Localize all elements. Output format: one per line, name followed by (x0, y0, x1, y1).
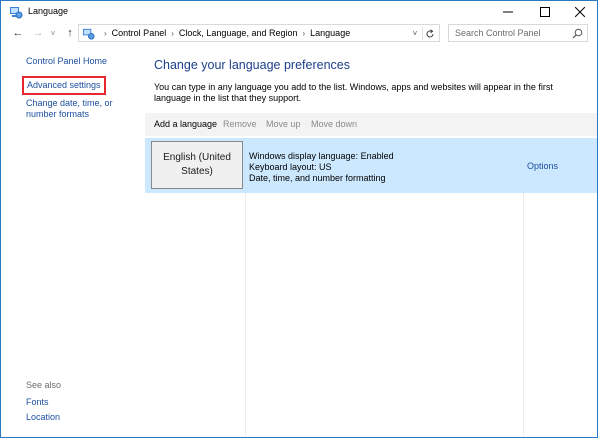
recent-locations-chevron-icon[interactable]: ˅ (48, 26, 58, 40)
display-language-status: Windows display language: Enabled (249, 151, 394, 161)
fonts-link[interactable]: Fonts (26, 397, 49, 408)
title-bar[interactable]: Language (1, 1, 597, 23)
breadcrumb-clock-language-region[interactable]: Clock, Language, and Region (179, 28, 298, 38)
date-time-formatting: Date, time, and number formatting (249, 173, 386, 183)
left-pane: Control Panel Home Advanced settings Cha… (1, 45, 145, 437)
page-title: Change your language preferences (154, 58, 350, 72)
description-text: You can type in any language you add to … (154, 82, 553, 103)
language-list-item[interactable]: English (United States) Windows display … (145, 138, 597, 193)
breadcrumb-separator: › (171, 28, 174, 38)
breadcrumb-separator: › (302, 28, 306, 38)
address-row: ← → ˅ ↑ › Control Panel › Clock, Languag… (1, 23, 597, 45)
breadcrumb: › Control Panel › Clock, Language, and R… (99, 28, 350, 38)
move-up-button[interactable]: Move up (266, 119, 301, 129)
search-input[interactable]: Search Control Panel (448, 24, 588, 42)
refresh-icon (426, 28, 434, 37)
maximize-icon (540, 7, 550, 17)
add-language-button[interactable]: Add a language (154, 119, 217, 129)
window-title: Language (28, 6, 69, 16)
remove-button[interactable]: Remove (223, 119, 257, 129)
forward-arrow-icon[interactable]: → (31, 26, 45, 40)
advanced-settings-link[interactable]: Advanced settings (22, 76, 106, 95)
address-dropdown-chevron-icon[interactable]: ˅ (409, 27, 421, 39)
language-name-button[interactable]: English (United States) (151, 141, 243, 189)
up-arrow-icon[interactable]: ↑ (63, 26, 77, 40)
address-bar[interactable]: › Control Panel › Clock, Language, and R… (78, 24, 440, 42)
minimize-icon (503, 11, 513, 13)
control-panel-icon (10, 7, 23, 19)
breadcrumb-control-panel[interactable]: Control Panel (112, 28, 167, 38)
language-details: Windows display language: Enabled Keyboa… (249, 151, 394, 184)
minimize-button[interactable] (491, 1, 525, 23)
refresh-button[interactable] (422, 27, 437, 40)
back-arrow-icon[interactable]: ← (11, 26, 25, 40)
control-panel-icon (82, 28, 95, 40)
see-also-label: See also (26, 380, 62, 390)
move-down-button[interactable]: Move down (311, 119, 357, 129)
breadcrumb-separator: › (104, 28, 107, 38)
close-button[interactable] (563, 1, 597, 23)
change-date-time-formats-link[interactable]: Change date, time, or number formats (26, 98, 141, 120)
language-toolbar: Add a language Remove Move up Move down (145, 113, 597, 136)
breadcrumb-language[interactable]: Language (310, 28, 350, 38)
location-link[interactable]: Location (26, 412, 60, 423)
main-pane: Change your language preferences You can… (145, 45, 597, 437)
close-icon (575, 7, 585, 17)
maximize-button[interactable] (528, 1, 562, 23)
language-window: Language ← → ˅ ↑ › Control Panel › Clock (0, 0, 598, 438)
control-panel-home-link[interactable]: Control Panel Home (26, 56, 107, 67)
keyboard-layout: Keyboard layout: US (249, 162, 332, 172)
search-icon[interactable] (572, 28, 583, 39)
options-link[interactable]: Options (527, 161, 558, 171)
search-placeholder: Search Control Panel (455, 28, 541, 38)
